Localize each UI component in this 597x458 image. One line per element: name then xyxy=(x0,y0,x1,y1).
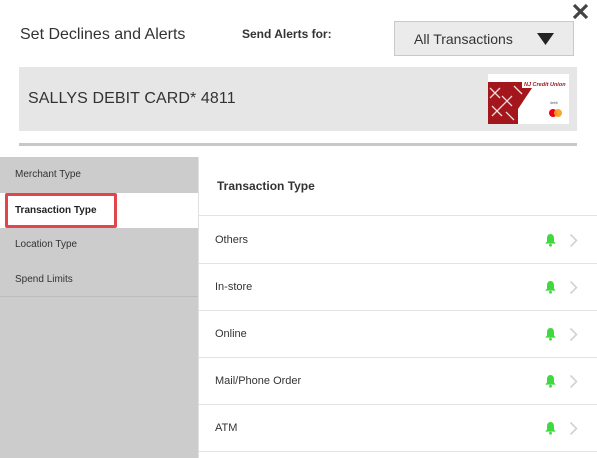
nav-item-merchant-type[interactable]: Merchant Type xyxy=(0,157,198,192)
nav-item-label: Location Type xyxy=(15,239,78,250)
send-alerts-dropdown[interactable]: All Transactions xyxy=(394,21,574,56)
card-summary: SALLYS DEBIT CARD* 4811 NJ Credit Union … xyxy=(19,67,577,131)
close-icon xyxy=(572,3,589,20)
nav-item-location-type[interactable]: Location Type xyxy=(0,227,198,262)
chevron-right-icon xyxy=(569,327,578,342)
bell-icon xyxy=(545,375,556,388)
bell-icon xyxy=(545,281,556,294)
nav-item-transaction-type[interactable]: Transaction Type xyxy=(0,193,198,228)
panel-title: Transaction Type xyxy=(217,179,315,193)
svg-text:NJ Credit Union: NJ Credit Union xyxy=(524,82,566,88)
bell-icon xyxy=(545,422,556,435)
close-button[interactable] xyxy=(570,1,592,23)
chevron-right-icon xyxy=(569,421,578,436)
chevron-right-icon xyxy=(569,280,578,295)
transaction-type-panel: Transaction Type Others In-store Online xyxy=(198,157,597,458)
send-alerts-label: Send Alerts for: xyxy=(242,27,332,41)
svg-text:debit: debit xyxy=(550,101,558,105)
row-label: In-store xyxy=(215,281,253,293)
panel-header: Transaction Type xyxy=(199,157,597,216)
row-atm[interactable]: ATM xyxy=(199,405,597,452)
row-label: Online xyxy=(215,328,247,340)
send-alerts-value: All Transactions xyxy=(414,30,513,47)
nav-item-label: Transaction Type xyxy=(15,205,97,216)
nav-item-spend-limits[interactable]: Spend Limits xyxy=(0,262,198,297)
row-label: Mail/Phone Order xyxy=(215,375,302,387)
bell-icon xyxy=(545,234,556,247)
row-mail-phone-order[interactable]: Mail/Phone Order xyxy=(199,358,597,405)
credit-card-logo: NJ Credit Union debit xyxy=(488,74,569,124)
row-in-store[interactable]: In-store xyxy=(199,264,597,311)
card-divider xyxy=(19,143,577,146)
chevron-right-icon xyxy=(569,374,578,389)
nav-item-label: Spend Limits xyxy=(15,274,73,285)
card-name: SALLYS DEBIT CARD* 4811 xyxy=(28,90,236,107)
row-label: Others xyxy=(215,234,249,246)
card-image: NJ Credit Union debit xyxy=(488,74,569,124)
dialog-title: Set Declines and Alerts xyxy=(20,26,186,43)
nav-divider xyxy=(0,296,198,297)
row-others[interactable]: Others xyxy=(199,217,597,264)
row-label: ATM xyxy=(215,422,238,434)
left-nav: Merchant Type Transaction Type Location … xyxy=(0,157,198,458)
caret-down-icon xyxy=(537,33,554,45)
row-online[interactable]: Online xyxy=(199,311,597,358)
chevron-right-icon xyxy=(569,233,578,248)
bell-icon xyxy=(545,328,556,341)
nav-item-label: Merchant Type xyxy=(15,169,81,180)
